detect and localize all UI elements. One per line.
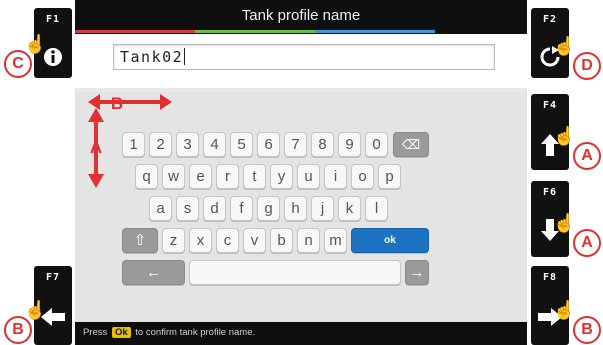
key-r[interactable]: r xyxy=(216,164,239,189)
key-p[interactable]: p xyxy=(378,164,401,189)
key-a[interactable]: a xyxy=(149,196,172,221)
key-x[interactable]: x xyxy=(189,228,212,253)
key-k[interactable]: k xyxy=(338,196,361,221)
key-y[interactable]: y xyxy=(270,164,293,189)
key-o[interactable]: o xyxy=(351,164,374,189)
f6-label: F6 xyxy=(542,187,558,198)
onscreen-keyboard: 1 2 3 4 5 6 7 8 9 0 ⌫ q w e r t y u i o … xyxy=(75,92,527,322)
hand-pointer-icon: ☝ xyxy=(24,34,47,54)
key-l[interactable]: l xyxy=(365,196,388,221)
key-9[interactable]: 9 xyxy=(338,132,361,157)
title-stripe-red xyxy=(75,30,195,33)
key-n[interactable]: n xyxy=(297,228,320,253)
key-7[interactable]: 7 xyxy=(284,132,307,157)
key-e[interactable]: e xyxy=(189,164,212,189)
key-m[interactable]: m xyxy=(324,228,347,253)
key-i[interactable]: i xyxy=(324,164,347,189)
cursor-left-key[interactable]: ← xyxy=(122,260,185,285)
callout-b-keyboard: B xyxy=(110,94,124,113)
title-bar: Tank profile name xyxy=(75,0,527,34)
tank-name-value: Tank02 xyxy=(120,48,186,66)
key-1[interactable]: 1 xyxy=(122,132,145,157)
key-d[interactable]: d xyxy=(203,196,226,221)
key-w[interactable]: w xyxy=(162,164,185,189)
hand-pointer-icon: ☝ xyxy=(553,213,576,233)
key-g[interactable]: g xyxy=(257,196,280,221)
f4-label: F4 xyxy=(542,100,558,111)
backspace-key[interactable]: ⌫ xyxy=(393,132,429,157)
tank-name-input[interactable]: Tank02 xyxy=(113,44,495,70)
status-message: Press Ok to confirm tank profile name. xyxy=(83,327,255,338)
key-q[interactable]: q xyxy=(135,164,158,189)
f2-label: F2 xyxy=(542,14,558,25)
hand-pointer-icon: ☝ xyxy=(553,36,576,56)
key-2[interactable]: 2 xyxy=(149,132,172,157)
space-key[interactable] xyxy=(189,260,401,285)
ok-badge: Ok xyxy=(111,327,131,338)
callout-a-f6: A xyxy=(573,229,601,257)
key-6[interactable]: 6 xyxy=(257,132,280,157)
key-v[interactable]: v xyxy=(243,228,266,253)
status-prefix: Press xyxy=(83,327,108,338)
key-h[interactable]: h xyxy=(284,196,307,221)
key-t[interactable]: t xyxy=(243,164,266,189)
hand-pointer-icon: ☝ xyxy=(24,300,47,320)
key-j[interactable]: j xyxy=(311,196,334,221)
shift-key[interactable]: ⇧ xyxy=(122,228,158,253)
f8-label: F8 xyxy=(542,272,558,283)
text-caret xyxy=(184,48,186,65)
key-u[interactable]: u xyxy=(297,164,320,189)
callout-b-f8: B xyxy=(573,316,601,344)
key-5[interactable]: 5 xyxy=(230,132,253,157)
callout-a-keyboard: A xyxy=(89,138,103,157)
title-stripe-blue xyxy=(315,30,435,33)
key-3[interactable]: 3 xyxy=(176,132,199,157)
status-bar: Press Ok to confirm tank profile name. xyxy=(75,322,527,345)
ok-key[interactable]: ok xyxy=(351,228,429,253)
f7-label: F7 xyxy=(45,272,61,283)
device-screen: Tank profile name Tank02 1 2 3 4 5 6 7 8… xyxy=(75,0,527,345)
input-panel: Tank02 xyxy=(75,34,527,88)
key-b[interactable]: b xyxy=(270,228,293,253)
page-title: Tank profile name xyxy=(241,7,361,24)
hand-pointer-icon: ☝ xyxy=(553,126,576,146)
key-8[interactable]: 8 xyxy=(311,132,334,157)
callout-a-f4: A xyxy=(573,142,601,170)
cursor-right-key[interactable]: → xyxy=(405,260,429,285)
f1-label: F1 xyxy=(45,14,61,25)
key-4[interactable]: 4 xyxy=(203,132,226,157)
status-suffix: to confirm tank profile name. xyxy=(135,327,256,338)
key-s[interactable]: s xyxy=(176,196,199,221)
title-stripe-green xyxy=(195,30,315,33)
key-f[interactable]: f xyxy=(230,196,253,221)
key-z[interactable]: z xyxy=(162,228,185,253)
callout-d: D xyxy=(573,52,601,80)
hand-pointer-icon: ☝ xyxy=(553,300,576,320)
key-0[interactable]: 0 xyxy=(365,132,388,157)
key-c[interactable]: c xyxy=(216,228,239,253)
